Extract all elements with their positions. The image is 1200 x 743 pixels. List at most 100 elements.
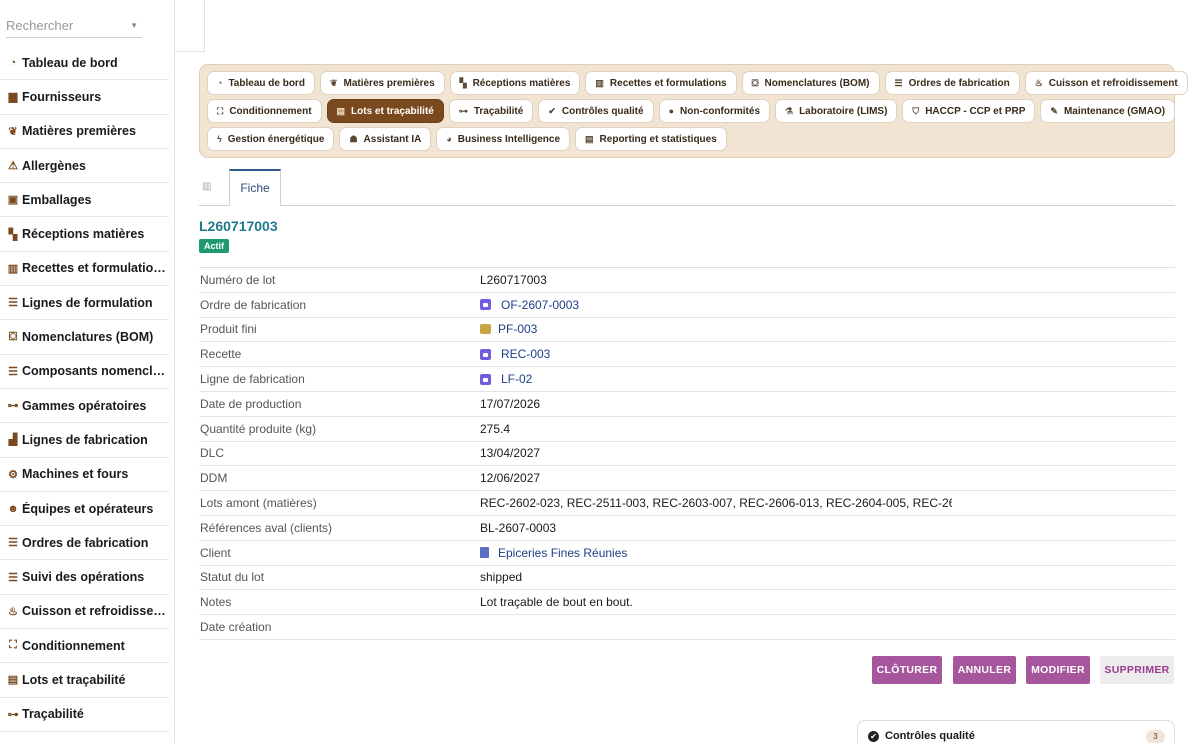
sidebar-item[interactable]: ▆ Fournisseurs [0,80,169,115]
module-navigation: ◔ Tableau de bord ❦ Matières premières ▚ Réce… [199,64,1188,158]
field-link[interactable]: PF-003 [498,322,537,336]
module-chip[interactable]: ⊶ Traçabilité [448,99,534,123]
sidebar-item[interactable]: ♨ Cuisson et refroidissement [0,595,169,630]
route-icon: ⊶ [7,400,19,413]
field-label: Date de production [200,396,302,411]
module-chip-label: Maintenance (GMAO) [1063,105,1166,117]
field-row: Références aval (clients) BL-2607-0003 [199,516,1175,541]
sidebar-item[interactable]: ❦ Matières premières [0,115,169,149]
edit-button[interactable]: MODIFIER [1026,656,1090,684]
gears-icon: ⚙ [8,468,18,481]
module-chip[interactable]: ▤ Lots et traçabilité [326,99,444,123]
record-link-icon [480,348,491,360]
sidebar-item[interactable]: ☰ Ordres de fabrication [0,526,169,561]
field-label: Références aval (clients) [200,520,333,535]
sidebar-item[interactable]: ▤ Lots et traçabilité [0,663,169,698]
field-link[interactable]: OF-2607-0003 [501,298,579,312]
field-row: Client Epiceries Fines Réunies [199,541,1175,566]
sidebar-item-label: Composants nomenclature [22,364,167,379]
field-value[interactable]: OF-2607-0003 [480,298,952,312]
box-icon [480,324,491,335]
chevron-down-icon[interactable]: ▼ [130,14,138,38]
module-chip[interactable]: ▤ Reporting et statistiques [575,127,727,151]
module-chip-label: Assistant IA [363,133,422,145]
search-placeholder: Rechercher [6,18,74,33]
module-chip[interactable]: ϟ Gestion énergétique [207,127,335,151]
field-text: BL-2607-0003 [480,520,557,535]
module-chip-label: Laboratoire (LIMS) [799,105,888,117]
field-link[interactable]: REC-003 [501,347,550,361]
field-link[interactable]: LF-02 [501,372,532,386]
sidebar-item[interactable]: ▟ Lignes de fabrication [0,423,169,458]
bolt-icon: ϟ [217,134,222,144]
field-row: Statut du lot shipped [199,566,1175,591]
module-chip[interactable]: ✔ Contrôles qualité [538,99,654,123]
barcode-icon[interactable]: ▥ [202,181,211,192]
wrench-icon: ✎ [1050,105,1058,116]
sidebar-item[interactable]: ◔ Tableau de bord [0,46,169,81]
module-chip[interactable]: ☗ Assistant IA [339,127,432,151]
module-chip[interactable]: ❦ Matières premières [319,71,445,95]
sidebar-item[interactable]: ☰ Suivi des opérations [0,560,169,595]
field-label: Quantité produite (kg) [200,421,317,436]
field-text: 275.4 [480,421,511,436]
module-chip[interactable]: ✎ Maintenance (GMAO) [1040,99,1176,123]
sidebar-item[interactable]: ⚠ Allergènes [0,149,169,184]
tab-fiche[interactable]: Fiche [229,169,281,206]
field-label: Ligne de fabrication [200,372,305,387]
sidebar-item-label: Matières premières [22,124,136,139]
check-circle-icon: ✔ [868,731,879,742]
module-chip[interactable]: ● Non-conformités [658,99,770,123]
close-button[interactable]: CLÔTURER [872,656,942,684]
record-fields: Numéro de lot L260717003 Ordre de fabricat… [199,267,1175,640]
module-chip[interactable]: ▥ Recettes et formulations [585,71,737,95]
sidebar-item[interactable]: ☰ Lignes de formulation [0,286,169,321]
industry-icon: ▟ [8,434,18,447]
module-chip[interactable]: ◕ Business Intelligence [436,127,571,151]
module-chip[interactable]: ☰ Ordres de fabrication [884,71,1020,95]
module-chip[interactable]: ⚗ Laboratoire (LIMS) [775,99,898,123]
module-chip-label: Matières premières [343,77,435,89]
sidebar-item[interactable]: ⛶ Conditionnement [0,629,169,664]
tab-bar: ▥ Fiche [199,169,1175,206]
module-chip[interactable]: ▚ Réceptions matières [449,71,581,95]
module-row: ϟ Gestion énergétique ☗ Assistant IA ◕ Busine… [207,127,1174,152]
count-badge: 3 [1146,730,1165,743]
sidebar-item[interactable]: ⚙ Machines et fours [0,458,169,492]
related-panel-title: Contrôles qualité [885,730,975,742]
sidebar-item[interactable]: ⛋ Nomenclatures (BOM) [0,320,169,355]
module-chip[interactable]: ⛉ HACCP - CCP et PRP [902,99,1036,123]
sidebar-item[interactable]: ▚ Réceptions matières [0,217,169,252]
cancel-button[interactable]: ANNULER [953,656,1016,684]
users-icon: ☻ [7,502,19,515]
module-chip[interactable]: ⛶ Conditionnement [207,99,322,123]
sidebar-item-label: Réceptions matières [22,227,145,242]
sidebar-item[interactable]: ⊶ Traçabilité [0,698,169,732]
field-value[interactable]: LF-02 [480,372,952,386]
sidebar-item[interactable]: ☻ Équipes et opérateurs [0,492,169,527]
fire-icon: ♨ [8,605,18,618]
field-value[interactable]: REC-003 [480,347,952,361]
list-icon: ☰ [8,537,18,550]
search-select[interactable]: Rechercher ▼ [6,14,142,38]
related-panel-quality-controls[interactable]: ✔ Contrôles qualité 3 [857,720,1175,743]
sidebar-item[interactable]: ▣ Emballages [0,183,169,218]
module-chip[interactable]: ⛋ Nomenclatures (BOM) [741,71,880,95]
field-value[interactable]: PF-003 [480,322,952,336]
module-chip[interactable]: ♨ Cuisson et refroidissement [1024,71,1188,95]
sidebar-item[interactable]: ☰ Composants nomenclature [0,355,169,389]
boxes-icon: ⛶ [9,639,17,652]
field-text: 12/06/2027 [480,471,541,486]
field-value[interactable]: Epiceries Fines Réunies [480,546,952,560]
sidebar-item[interactable]: ⊶ Gammes opératoires [0,389,169,424]
shield-icon: ⛉ [912,105,920,116]
list-icon: ☰ [894,77,903,88]
field-link[interactable]: Epiceries Fines Réunies [498,546,627,560]
module-chip-label: Réceptions matières [472,77,571,89]
module-chip-label: Contrôles qualité [561,105,644,117]
delete-button[interactable]: SUPPRIMER [1100,656,1174,684]
module-chip[interactable]: ◔ Tableau de bord [207,71,315,95]
sidebar-item[interactable]: ▥ Recettes et formulations [0,252,169,287]
module-chip-label: Business Intelligence [457,133,561,145]
field-row: Date de production 17/07/2026 [199,392,1175,417]
